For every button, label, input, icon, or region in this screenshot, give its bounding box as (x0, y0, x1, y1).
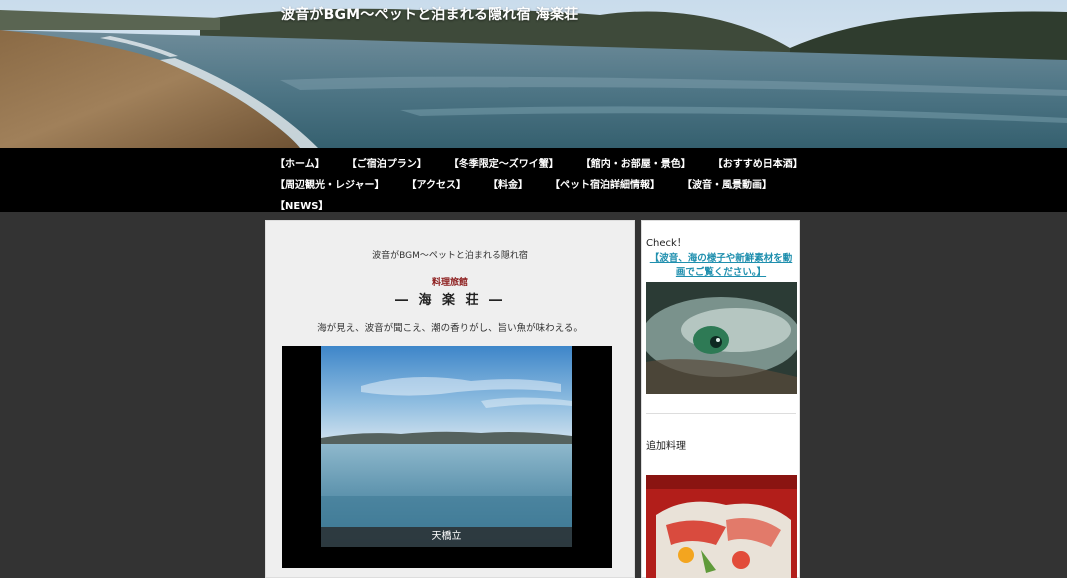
image-slider[interactable]: 天橋立 (282, 346, 612, 568)
global-nav: 【ホーム】 【ご宿泊プラン】 【冬季限定〜ズワイ蟹】 【館内・お部屋・景色】 【… (0, 148, 1067, 212)
video-link[interactable]: 【波音、海の様子や新鮮素材を動画でご覧ください。】 (646, 252, 796, 280)
nav-list: 【ホーム】 【ご宿泊プラン】 【冬季限定〜ズワイ蟹】 【館内・お部屋・景色】 【… (275, 152, 803, 215)
nav-item-sake[interactable]: 【おすすめ日本酒】 (713, 155, 803, 170)
sidebar-divider (646, 413, 796, 414)
squid-photo[interactable] (646, 282, 797, 394)
nav-item-home[interactable]: 【ホーム】 (275, 155, 325, 170)
slide-caption: 天橋立 (321, 527, 572, 547)
nav-item-videos[interactable]: 【波音・風景動画】 (682, 176, 772, 191)
nav-item-rooms[interactable]: 【館内・お部屋・景色】 (581, 155, 691, 170)
sashimi-image (646, 475, 797, 578)
nav-item-crab[interactable]: 【冬季限定〜ズワイ蟹】 (449, 155, 559, 170)
category-label: 料理旅館 (431, 278, 468, 288)
check-title: Check！ (646, 238, 687, 249)
header-banner: 波音がBGM〜ペットと泊まれる隠れ宿 海楽荘 (0, 0, 1067, 148)
nav-row-3: 【NEWS】 (275, 194, 795, 215)
main-content: 波音がBGM〜ペットと泊まれる隠れ宿 料理旅館 ― 海 楽 荘 ― 海が見え、波… (265, 220, 635, 578)
sidebar: Check！ 【波音、海の様子や新鮮素材を動画でご覧ください。】 追加料理 (641, 220, 800, 578)
bay-photo (321, 346, 572, 547)
extra-dishes-title: 追加料理 (646, 441, 686, 452)
nav-item-price[interactable]: 【料金】 (488, 176, 528, 191)
nav-row-1: 【ホーム】 【ご宿泊プラン】 【冬季限定〜ズワイ蟹】 【館内・お部屋・景色】 【… (275, 152, 803, 173)
inn-name: ― 海 楽 荘 ― (394, 293, 506, 308)
page-subtitle: 波音がBGM〜ペットと泊まれる隠れ宿 (372, 251, 528, 261)
tagline: 海が見え、波音が聞こえ、潮の香りがし、旨い魚が味わえる。 (317, 323, 583, 334)
nav-row-2: 【周辺観光・レジャー】 【アクセス】 【料金】 【ペット宿泊詳細情報】 【波音・… (275, 173, 795, 194)
nav-item-pets[interactable]: 【ペット宿泊詳細情報】 (550, 176, 660, 191)
slide-amanohashidate[interactable]: 天橋立 (321, 346, 572, 547)
nav-item-plans[interactable]: 【ご宿泊プラン】 (347, 155, 427, 170)
sashimi-photo[interactable] (646, 475, 797, 578)
nav-item-access[interactable]: 【アクセス】 (407, 176, 467, 191)
site-title[interactable]: 波音がBGM〜ペットと泊まれる隠れ宿 海楽荘 (281, 4, 578, 24)
nav-item-sightseeing[interactable]: 【周辺観光・レジャー】 (275, 176, 385, 191)
squid-image (646, 282, 797, 394)
nav-item-news[interactable]: 【NEWS】 (275, 197, 328, 212)
